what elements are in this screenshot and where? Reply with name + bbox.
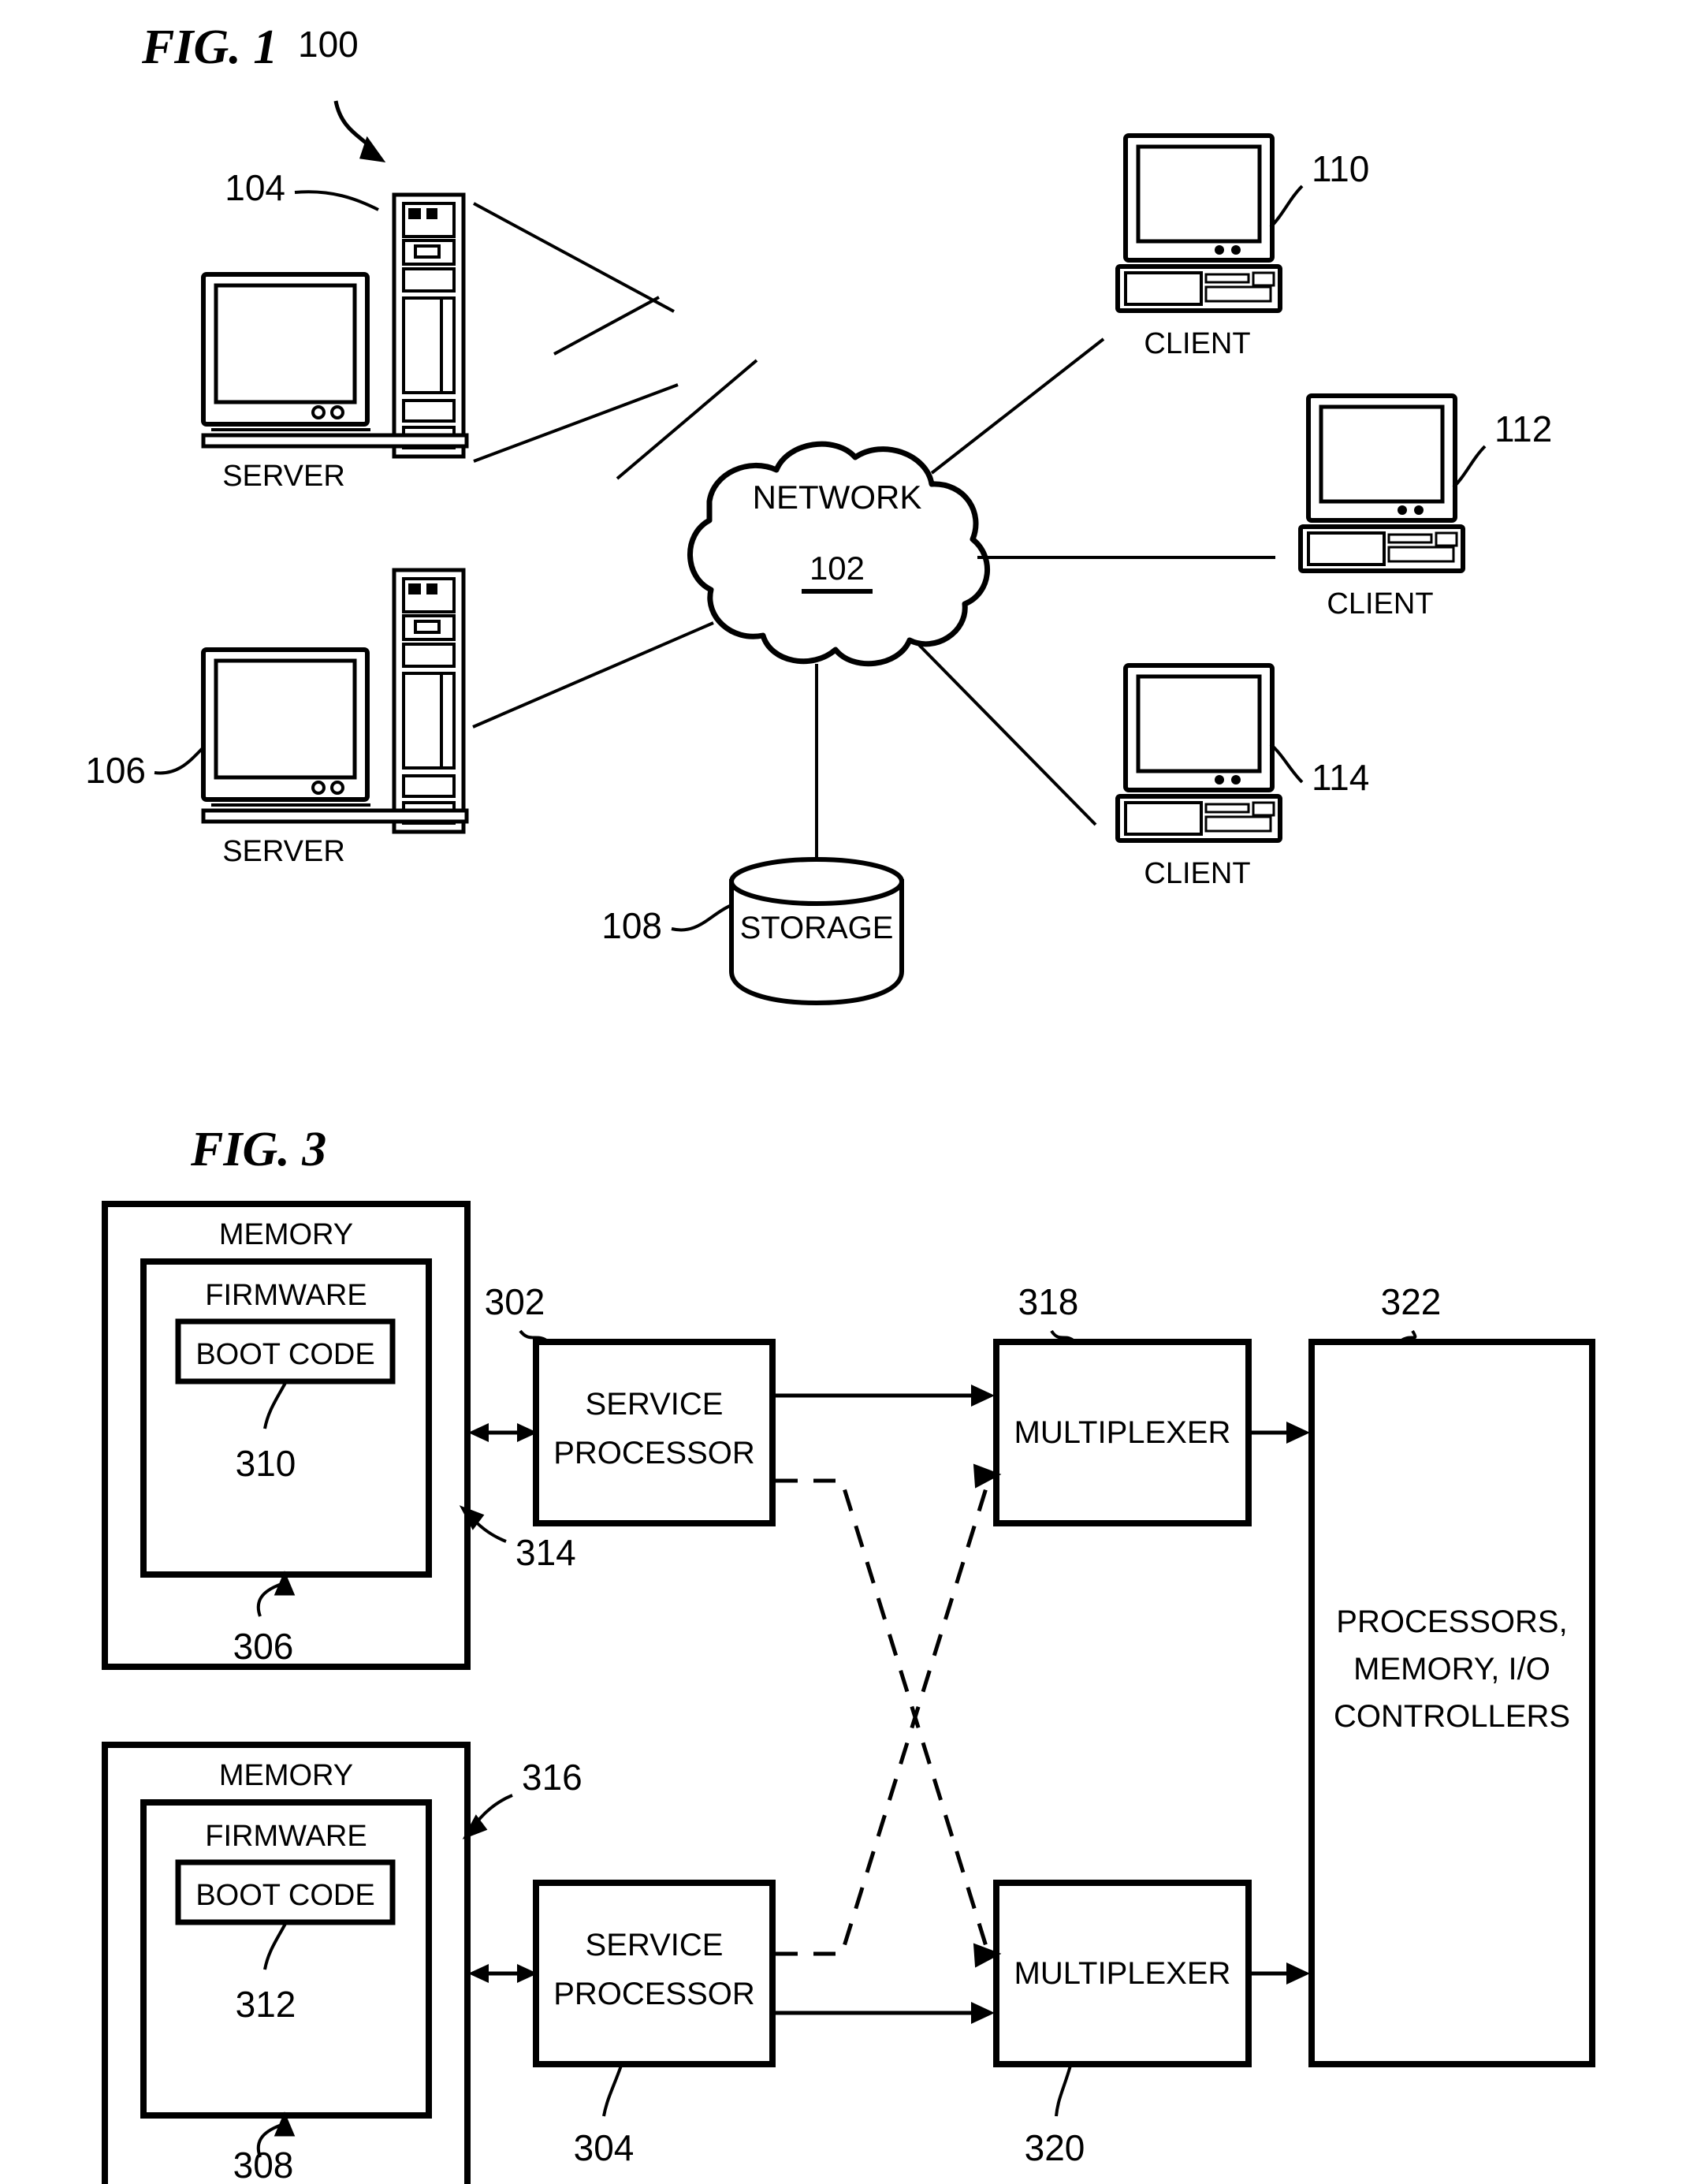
system-block-322: PROCESSORS, MEMORY, I/O CONTROLLERS 322	[1308, 1281, 1595, 2067]
server-106-led-b	[426, 583, 437, 594]
service-processor-304-box	[533, 1880, 776, 2067]
server-106-bay-5	[402, 774, 456, 798]
ref-110-label: 110	[1312, 148, 1369, 189]
client-114-case-panel	[1124, 801, 1203, 836]
service-processor-302-line1: SERVICE	[586, 1387, 724, 1422]
server-106-indicator-b	[330, 781, 344, 795]
client-112-drive-slot-3	[1435, 531, 1458, 547]
client-112-caption: CLIENT	[1327, 587, 1433, 621]
client-110-drive-slot-2	[1204, 285, 1272, 303]
server-104-caption: SERVER	[222, 460, 345, 493]
figure-3-title: FIG. 3	[190, 1123, 326, 1176]
drawing-canvas: FIG. 1 100 SERVER 104 SERVER 106 NETWORK…	[0, 0, 1686, 2184]
storage-label: STORAGE	[740, 911, 894, 945]
ref-310-label: 310	[236, 1443, 296, 1484]
server-106-bay-3	[402, 643, 456, 668]
client-114-drive-slot-3	[1252, 801, 1275, 817]
server-106-monitor-screen	[214, 658, 357, 780]
server-104-monitor-screen	[214, 283, 357, 404]
server-104-bay-3	[402, 267, 456, 293]
client-112-drive-slot-1	[1387, 533, 1433, 544]
server-104-bay-2-slot	[414, 244, 441, 259]
memory-lower-label: MEMORY	[219, 1759, 353, 1792]
ref-112-label: 112	[1494, 408, 1552, 449]
firmware-upper-label: FIRMWARE	[205, 1279, 367, 1312]
client-110-drive-slot-3	[1252, 271, 1275, 287]
multiplexer-318-label: MULTIPLEXER	[1014, 1415, 1231, 1450]
ref-316-label: 316	[522, 1757, 582, 1798]
client-114-drive-slot-1	[1204, 803, 1250, 814]
service-processor-304-line1: SERVICE	[586, 1928, 724, 1962]
server-104-bay-4	[402, 296, 456, 394]
service-processor-302-line2: PROCESSOR	[553, 1436, 755, 1470]
figure-1-title: FIG. 1	[141, 20, 277, 74]
client-112-indicator-a	[1398, 505, 1407, 515]
ref-304-label: 304	[574, 2127, 635, 2168]
ref-308-label: 308	[233, 2145, 294, 2184]
multiplexer-320-label: MULTIPLEXER	[1014, 1956, 1231, 1991]
system-block-line3: CONTROLLERS	[1334, 1699, 1570, 1734]
memory-upper-label: MEMORY	[219, 1218, 353, 1251]
server-106-caption: SERVER	[222, 835, 345, 868]
client-110-drive-slot-1	[1204, 273, 1250, 284]
client-112-monitor-screen	[1319, 404, 1445, 504]
system-block-line1: PROCESSORS,	[1336, 1604, 1567, 1639]
ref-114-label: 114	[1312, 757, 1369, 798]
server-104-led-a	[408, 208, 421, 219]
ref-320-label: 320	[1025, 2127, 1085, 2168]
ref-306-label: 306	[233, 1626, 294, 1667]
service-processor-302-box	[533, 1339, 776, 1526]
ref-302-label: 302	[485, 1281, 545, 1322]
network-ref-label: 102	[810, 550, 865, 587]
server-104-indicator-a	[311, 405, 326, 419]
storage-cylinder-top	[729, 857, 904, 906]
client-114-drive-slot-2	[1204, 815, 1272, 833]
client-110-monitor-screen	[1136, 144, 1262, 244]
server-106-bay-4	[402, 672, 456, 770]
server-106-indicator-a	[311, 781, 326, 795]
ref-318-label: 318	[1018, 1281, 1079, 1322]
client-110-caption: CLIENT	[1144, 327, 1250, 360]
server-104-led-b	[426, 208, 437, 219]
client-110-case-panel	[1124, 271, 1203, 306]
ref-104-label: 104	[225, 167, 285, 208]
client-112-indicator-b	[1414, 505, 1424, 515]
ref-108-label: 108	[601, 905, 662, 946]
ref-106-label: 106	[85, 750, 146, 791]
boot-code-upper-label: BOOT CODE	[195, 1338, 374, 1371]
boot-code-lower-label: BOOT CODE	[195, 1879, 374, 1912]
system-block-line2: MEMORY, I/O	[1353, 1652, 1550, 1686]
server-104-base	[201, 433, 469, 449]
ref-314-label: 314	[515, 1532, 576, 1573]
firmware-lower-label: FIRMWARE	[205, 1820, 367, 1853]
server-106-led-a	[408, 583, 421, 594]
network-label: NETWORK	[753, 479, 922, 516]
client-114-indicator-a	[1215, 775, 1224, 785]
client-110-indicator-b	[1231, 245, 1241, 255]
client-114-caption: CLIENT	[1144, 857, 1250, 890]
ref-312-label: 312	[236, 1984, 296, 2025]
server-104-indicator-b	[330, 405, 344, 419]
ref-322-label: 322	[1381, 1281, 1442, 1322]
client-114-indicator-b	[1231, 775, 1241, 785]
server-106-bay-2-slot	[414, 620, 441, 634]
client-112-drive-slot-2	[1387, 546, 1455, 563]
client-112-case-panel	[1307, 531, 1386, 566]
client-114-monitor-screen	[1136, 674, 1262, 773]
server-104-bay-5	[402, 399, 456, 423]
service-processor-304-line2: PROCESSOR	[553, 1977, 755, 2011]
ref-100-label: 100	[298, 24, 359, 65]
client-110-indicator-a	[1215, 245, 1224, 255]
patent-drawing-sheet: FIG. 1 100 SERVER 104 SERVER 106 NETWORK…	[0, 0, 1686, 2184]
server-106-base	[201, 808, 469, 824]
